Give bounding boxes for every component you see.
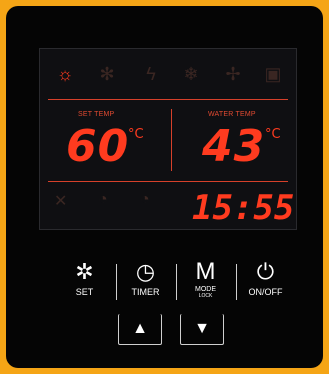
lcd-display: ☼ ✻ ϟ ❄ ✢ ▣ SET TEMP 60 °C WATER TEMP 43… (39, 48, 297, 230)
clock-display: 15:55 (192, 188, 295, 228)
set-temp-unit: °C (128, 127, 144, 142)
set-button[interactable]: ✲ SET (56, 258, 113, 306)
divider-bottom (48, 181, 288, 182)
up-arrow-button[interactable]: ▲ (118, 314, 162, 345)
water-temp-value: 43 (202, 121, 266, 172)
down-arrow-icon: ▼ (194, 320, 210, 337)
set-temp-value: 60 (66, 121, 130, 172)
button-row: ✲ SET ◷ TIMER M MODE LOCK ⏻ ON/OFF (56, 258, 296, 306)
clock-on-icon: ◔ (98, 191, 108, 208)
up-arrow-icon: ▲ (132, 320, 148, 337)
water-temp-label: WATER TEMP (208, 111, 256, 118)
lightning-icon: ϟ (146, 64, 156, 84)
onoff-button-label: ON/OFF (248, 287, 283, 297)
mode-button[interactable]: M MODE LOCK (177, 258, 234, 306)
tools-icon: ✕ (54, 193, 68, 210)
sun-icon: ☼ (56, 64, 74, 84)
power-icon: ⏻ (256, 259, 275, 284)
water-temp-unit: °C (265, 127, 281, 142)
mode-glyph: M (195, 258, 216, 285)
set-button-label: SET (75, 287, 94, 297)
defrost-icon: ✻ (99, 64, 115, 84)
divider-vertical (171, 109, 172, 171)
divider-top (48, 99, 288, 100)
onoff-button[interactable]: ⏻ ON/OFF (237, 258, 294, 306)
controller-panel: ☼ ✻ ϟ ❄ ✢ ▣ SET TEMP 60 °C WATER TEMP 43… (6, 6, 323, 368)
timer-button[interactable]: ◷ TIMER (117, 258, 174, 306)
lock-icon: ▣ (264, 64, 282, 84)
timer-clock-icon: ◷ (135, 259, 156, 284)
down-arrow-button[interactable]: ▼ (180, 314, 224, 345)
gear-icon: ✲ (75, 259, 94, 284)
mode-button-sublabel: LOCK (198, 293, 213, 299)
snowflake-icon: ❄ (183, 64, 199, 84)
clock-off-icon: ◔ (140, 191, 150, 208)
status-icon-row: ☼ ✻ ϟ ❄ ✢ ▣ (40, 57, 296, 89)
set-temp-label: SET TEMP (78, 111, 115, 118)
fan-icon: ✢ (225, 64, 241, 84)
timer-button-label: TIMER (131, 287, 160, 297)
